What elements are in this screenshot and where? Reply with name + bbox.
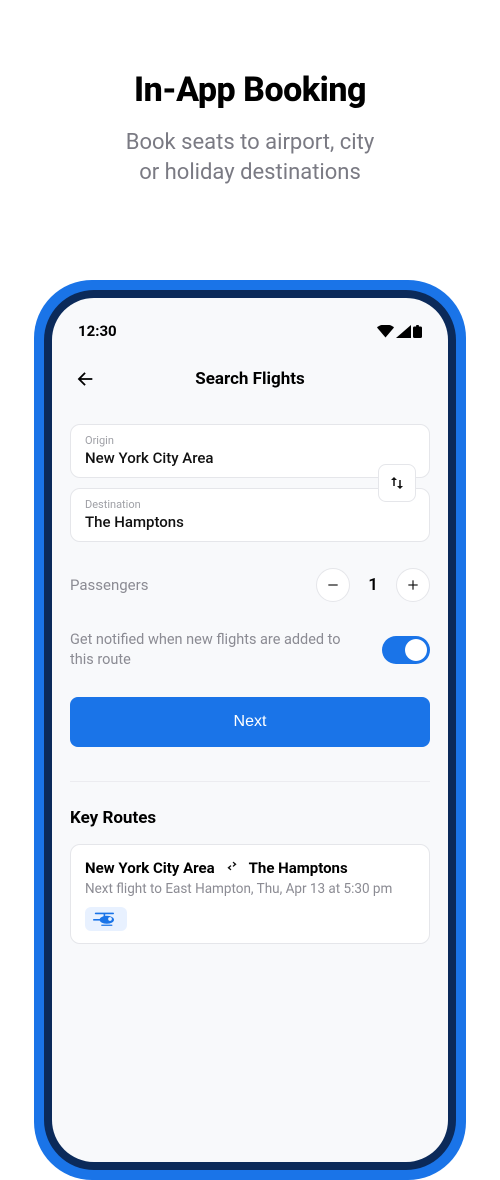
device-screen: 12:30 Search Flights Origin New York Cit… [52, 298, 448, 1162]
origin-label: Origin [85, 434, 415, 447]
swap-button[interactable] [378, 464, 416, 502]
notify-label: Get notified when new flights are added … [70, 630, 362, 669]
decrement-button[interactable] [316, 568, 350, 602]
battery-icon [413, 325, 422, 338]
route-card[interactable]: New York City Area The Hamptons Next fli… [70, 844, 430, 944]
route-fields: Origin New York City Area Destination Th… [70, 424, 430, 542]
screen-header: Search Flights [70, 368, 430, 390]
device-frame-mid: 12:30 Search Flights Origin New York Cit… [44, 290, 456, 1170]
toggle-knob [405, 639, 427, 661]
passengers-count: 1 [368, 575, 378, 595]
wifi-icon [377, 325, 394, 338]
increment-button[interactable] [396, 568, 430, 602]
transport-chip [85, 907, 127, 931]
route-subtitle: Next flight to East Hampton, Thu, Apr 13… [85, 881, 415, 897]
destination-field[interactable]: Destination The Hamptons [70, 488, 430, 542]
plus-icon [406, 578, 420, 592]
promo-title: In-App Booking [0, 70, 500, 110]
passengers-stepper: 1 [316, 568, 430, 602]
page-title: Search Flights [74, 369, 426, 389]
origin-field[interactable]: Origin New York City Area [70, 424, 430, 478]
status-bar: 12:30 [70, 316, 430, 340]
status-time: 12:30 [78, 322, 117, 340]
signal-icon [396, 325, 411, 338]
device-frame-outer: 12:30 Search Flights Origin New York Cit… [34, 280, 466, 1180]
route-to: The Hamptons [249, 859, 348, 877]
notify-row: Get notified when new flights are added … [70, 630, 430, 669]
destination-value: The Hamptons [85, 513, 415, 531]
origin-value: New York City Area [85, 449, 415, 467]
minus-icon [326, 578, 340, 592]
route-from: New York City Area [85, 859, 215, 877]
swap-vertical-icon [388, 474, 406, 492]
route-card-header: New York City Area The Hamptons [85, 859, 415, 877]
notify-toggle[interactable] [382, 636, 430, 664]
divider [70, 781, 430, 782]
destination-label: Destination [85, 498, 415, 511]
status-icons [377, 325, 422, 338]
swap-horizontal-icon [225, 859, 239, 877]
passengers-label: Passengers [70, 576, 148, 594]
promo-subtitle: Book seats to airport, city or holiday d… [0, 128, 500, 187]
helicopter-icon [93, 911, 119, 927]
key-routes-title: Key Routes [70, 808, 430, 828]
passengers-row: Passengers 1 [70, 568, 430, 602]
next-button[interactable]: Next [70, 697, 430, 747]
